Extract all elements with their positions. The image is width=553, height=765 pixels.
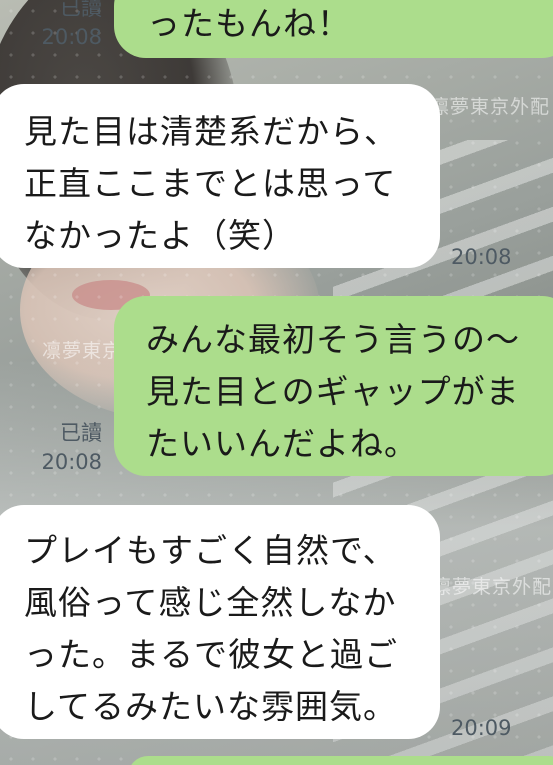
message-bubble-sent[interactable]: ったもんね！ — [114, 0, 553, 58]
read-receipt: 已讀 — [60, 421, 102, 445]
message-time: 20:09 — [451, 716, 512, 740]
watermark: 凛夢東京外配 — [430, 96, 551, 118]
message-time: 20:08 — [451, 245, 512, 269]
message-text-line: った。まるで彼女と過ご — [24, 635, 398, 674]
chat-screen: 凛夢東京外配 凛夢東京外配 凛夢東京外配 已讀 20:08 ったもんね！ 見た目… — [0, 0, 553, 765]
message-text-line: 見た目とのギャップがま — [146, 372, 520, 411]
message-text-line: 見た目は清楚系だから、 — [24, 112, 398, 151]
message-meta: 已讀 20:08 — [38, 0, 102, 52]
message-bubble-sent-partial[interactable] — [128, 756, 553, 765]
message-text-line: ったもんね！ — [147, 4, 351, 43]
message-meta: 已讀 20:08 — [38, 419, 102, 477]
read-receipt: 已讀 — [60, 0, 102, 20]
message-text-line: みんな最初そう言うの〜 — [146, 320, 520, 359]
message-bubble-received[interactable]: プレイもすごく自然で、 風俗って感じ全然しなか った。まるで彼女と過ご してるみ… — [0, 505, 440, 739]
message-bubble-sent[interactable]: みんな最初そう言うの〜 見た目とのギャップがま たいいんだよね。 — [114, 296, 553, 476]
message-text-line: たいいんだよね。 — [146, 424, 418, 463]
message-text-line: してるみたいな雰囲気。 — [24, 687, 398, 726]
message-time: 20:08 — [41, 450, 102, 474]
message-text-line: 風俗って感じ全然しなか — [24, 583, 397, 622]
watermark: 凛夢東京外配 — [432, 576, 553, 598]
message-bubble-received[interactable]: 見た目は清楚系だから、 正直ここまでとは思って なかったよ（笑） — [0, 84, 440, 268]
message-text-line: プレイもすごく自然で、 — [24, 531, 397, 570]
message-time: 20:08 — [41, 25, 102, 49]
message-text-line: なかったよ（笑） — [24, 216, 296, 255]
message-text-line: 正直ここまでとは思って — [24, 164, 397, 203]
